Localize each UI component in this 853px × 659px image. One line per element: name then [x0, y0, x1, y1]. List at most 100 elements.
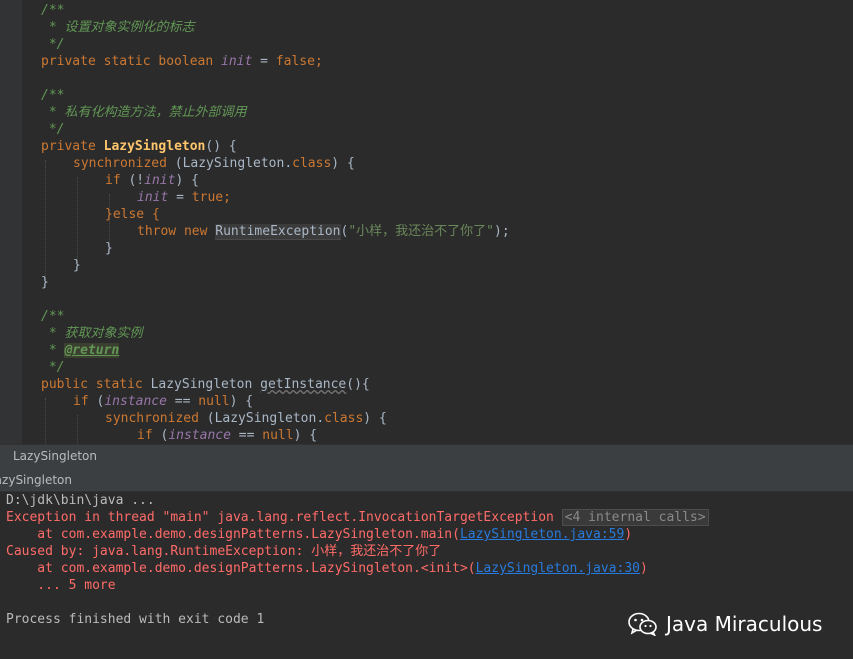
stack-frame-text: at com.example.demo.designPatterns.LazyS… — [6, 561, 476, 576]
code-line[interactable]: * 获取对象实例 — [41, 325, 143, 342]
code-line[interactable]: * 私有化构造方法，禁止外部调用 — [41, 104, 247, 121]
code-line[interactable]: } — [105, 240, 113, 257]
operator: = — [252, 54, 276, 69]
code-text: LazySingleton — [150, 377, 261, 392]
tab-lazysingleton[interactable]: LazySingleton — [0, 473, 72, 487]
source-link[interactable]: LazySingleton.java:59 — [460, 527, 624, 542]
keyword: null — [262, 428, 294, 443]
comment-text: /** — [41, 3, 65, 18]
code-line[interactable]: /** — [41, 308, 64, 325]
keyword: true — [191, 190, 224, 205]
exception-text: Exception in thread "main" java.lang.ref… — [6, 510, 554, 525]
punctuation: ; — [223, 190, 231, 205]
punctuation: () { — [205, 139, 237, 154]
method-name: getInstance — [260, 377, 347, 392]
keyword: false — [275, 54, 315, 69]
comment-text: * 设置对象实例化的标志 — [41, 20, 195, 35]
run-tab-bar[interactable]: LazySingleton — [0, 469, 853, 492]
keyword: null — [198, 394, 230, 409]
code-line[interactable]: synchronized (LazySingleton.class) { — [105, 410, 387, 427]
code-text: (LazySingleton. — [174, 156, 293, 171]
code-line[interactable]: } — [73, 257, 81, 274]
code-line[interactable]: * @return — [41, 342, 120, 359]
field-name: init — [144, 173, 176, 188]
keyword: synchronized — [73, 156, 175, 171]
comment-text: */ — [41, 37, 65, 52]
run-panel-title: LazySingleton — [13, 449, 97, 463]
code-line[interactable]: init = true; — [137, 189, 231, 206]
field-name: init — [221, 54, 253, 69]
code-line[interactable]: throw new RuntimeException("小样，我还治不了你了")… — [137, 223, 510, 240]
field-name: init — [137, 190, 169, 205]
run-panel-header[interactable]: LazySingleton — [0, 444, 853, 470]
keyword: private — [41, 139, 104, 154]
punctuation: ) { — [331, 156, 355, 171]
field-name: instance — [104, 394, 167, 409]
code-line[interactable]: /** — [41, 2, 64, 19]
keyword: synchronized — [105, 411, 207, 426]
punctuation: ; — [314, 54, 323, 69]
console-line[interactable]: ... 5 more — [6, 577, 115, 594]
code-line[interactable]: /** — [41, 87, 64, 104]
code-line[interactable]: }else { — [105, 206, 160, 223]
wechat-icon — [628, 612, 657, 636]
caused-by-text: Caused by: java.lang.RuntimeException: 小… — [6, 544, 442, 559]
code-line[interactable]: */ — [41, 36, 65, 53]
constructor-name: LazySingleton — [103, 139, 206, 154]
string-literal: "小样，我还治不了你了" — [348, 224, 494, 239]
code-text: (LazySingleton. — [206, 411, 325, 426]
indent-guide — [45, 398, 46, 444]
operator: == — [166, 394, 199, 409]
source-link[interactable]: LazySingleton.java:30 — [476, 561, 640, 576]
punctuation: ) { — [363, 411, 387, 426]
keyword: class — [324, 411, 364, 426]
operator: == — [230, 428, 263, 443]
editor-gutter[interactable] — [0, 0, 22, 444]
watermark: Java Miraculous — [628, 610, 822, 638]
comment-text: /** — [41, 309, 65, 324]
code-text: (! — [128, 173, 145, 188]
punctuation: } — [105, 241, 113, 256]
keyword: class — [292, 156, 332, 171]
console-line[interactable]: at com.example.demo.designPatterns.LazyS… — [6, 560, 648, 577]
console-line[interactable]: Exception in thread "main" java.lang.ref… — [6, 509, 709, 526]
keyword: if — [137, 428, 161, 443]
keyword: public static — [41, 377, 151, 392]
keyword: }else { — [105, 207, 160, 222]
punctuation: ) { — [293, 428, 318, 443]
indent-guide — [77, 415, 78, 444]
keyword: private static boolean — [41, 54, 222, 69]
code-line[interactable]: } — [41, 274, 49, 291]
code-line[interactable]: if (instance == null) { — [137, 427, 317, 444]
console-line[interactable]: at com.example.demo.designPatterns.LazyS… — [6, 526, 632, 543]
code-line[interactable]: */ — [41, 359, 65, 376]
code-line[interactable]: if (!init) { — [105, 172, 199, 189]
punctuation: (){ — [346, 377, 370, 392]
keyword: if — [73, 394, 97, 409]
console-line[interactable]: Caused by: java.lang.RuntimeException: 小… — [6, 543, 441, 560]
code-editor[interactable]: /** * 设置对象实例化的标志 */ private static boole… — [0, 0, 853, 444]
punctuation: ) — [624, 527, 633, 542]
comment-text: */ — [41, 122, 65, 137]
code-line[interactable]: synchronized (LazySingleton.class) { — [73, 155, 355, 172]
comment-text: * 私有化构造方法，禁止外部调用 — [41, 105, 247, 120]
watermark-text: Java Miraculous — [666, 612, 823, 636]
code-line[interactable]: private static boolean init = false; — [41, 53, 323, 70]
punctuation: ) { — [175, 173, 199, 188]
class-name: RuntimeException — [215, 224, 341, 240]
stack-frame-text: at com.example.demo.designPatterns.LazyS… — [6, 527, 460, 542]
console-exit-line[interactable]: Process finished with exit code 1 — [6, 611, 264, 628]
internal-calls-fold[interactable]: <4 internal calls> — [561, 509, 709, 526]
code-line[interactable]: if (instance == null) { — [73, 393, 253, 410]
console-command[interactable]: D:\jdk\bin\java ... — [6, 492, 155, 509]
code-line[interactable]: */ — [41, 121, 65, 138]
comment-text: * 获取对象实例 — [41, 326, 143, 341]
code-line[interactable]: * 设置对象实例化的标志 — [41, 19, 195, 36]
keyword: throw new — [137, 224, 216, 239]
javadoc-tag: @return — [64, 343, 120, 358]
code-line[interactable]: private LazySingleton() { — [41, 138, 237, 155]
code-line[interactable]: public static LazySingleton getInstance(… — [41, 376, 370, 393]
punctuation: ) { — [229, 394, 254, 409]
comment-text: */ — [41, 360, 65, 375]
comment-text: /** — [41, 88, 65, 103]
